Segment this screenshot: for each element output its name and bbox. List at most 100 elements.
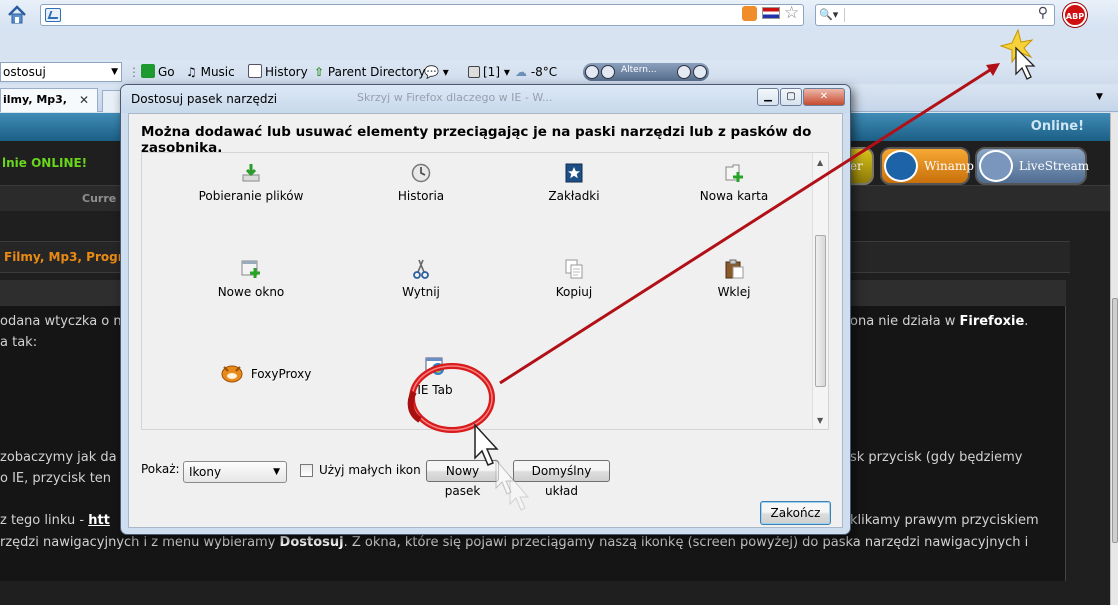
maximize-button[interactable]: ▢ <box>780 88 802 106</box>
banner-livestream-label: LiveStream <box>1019 159 1090 173</box>
palette-item-cut[interactable]: Wytnij <box>361 259 481 299</box>
banner-livestream[interactable]: LiveStream <box>975 147 1090 185</box>
go-button[interactable]: Go <box>141 64 175 80</box>
menu-item-current[interactable]: Curre <box>82 192 116 205</box>
history-button[interactable]: History <box>248 64 308 80</box>
play-button[interactable] <box>601 65 615 79</box>
music-label: Music <box>200 65 235 79</box>
post-line-3-right-text: sk przycisk (gdy będziemy <box>850 450 1023 465</box>
palette-scrollbar[interactable]: ▲ ▼ <box>812 153 828 429</box>
palette-item-foxyproxy-label: FoxyProxy <box>250 367 312 381</box>
scroll-up-icon[interactable]: ▲ <box>817 158 823 167</box>
palette-item-bookmarks[interactable]: Zakładki <box>514 163 634 203</box>
small-icons-label[interactable]: Użyj małych ikon <box>319 463 421 477</box>
download-icon <box>241 163 261 183</box>
scissors-icon <box>411 259 431 279</box>
search-input[interactable]: 🔍▾ ⚲ <box>815 4 1055 26</box>
media-player-controls: Altern... <box>583 63 709 81</box>
dialog-title: Dostosuj pasek narzędzi <box>131 92 278 106</box>
new-tab-icon <box>724 163 744 183</box>
mail-icon <box>468 66 480 78</box>
post-line-5: z tego linku - htt <box>0 513 110 528</box>
music-button[interactable]: ♫ Music <box>186 64 235 80</box>
palette-item-foxyproxy[interactable]: FoxyProxy <box>221 363 341 383</box>
palette-item-new-window-label: Nowe okno <box>217 285 285 299</box>
chat-bubble-icon: 💬 <box>424 65 439 79</box>
post-line-3-left: zobaczymy jak da <box>0 450 117 465</box>
minimize-button[interactable]: ▁ <box>757 88 779 106</box>
weather-widget[interactable]: ☁ -8°C <box>515 64 557 80</box>
parent-directory-button[interactable]: ⇧ Parent Directory <box>314 64 425 80</box>
palette-item-paste[interactable]: Wklej <box>674 259 794 299</box>
ie-tab-icon: e <box>425 357 445 377</box>
url-bar[interactable] <box>40 4 804 26</box>
rss-feed-icon[interactable] <box>742 6 757 21</box>
counter-button[interactable]: [1] ▾ <box>468 64 510 80</box>
toolbar-grip[interactable]: ⋮ <box>128 64 140 80</box>
search-engine-selector[interactable]: 🔍▾ <box>819 8 845 22</box>
media-menu-button[interactable] <box>693 65 707 79</box>
ghost-window-title: Skrzyj w Firefox dlaczego w IE - W... <box>357 91 553 104</box>
toolbar-dropdown-value: ostosuj <box>3 65 46 79</box>
volume-button[interactable] <box>677 65 691 79</box>
close-icon[interactable]: ✕ <box>79 94 89 106</box>
post-line-1-left: odana wtyczka o n <box>0 314 122 329</box>
small-icons-checkbox[interactable] <box>300 464 313 477</box>
chat-menu-button[interactable]: 💬 ▾ <box>424 64 449 80</box>
finish-button[interactable]: Zakończ <box>760 501 831 525</box>
post-line-4: o IE, przycisk ten <box>0 471 111 486</box>
bookmark-star-icon[interactable]: ☆ <box>784 3 799 23</box>
foxyproxy-icon <box>221 363 243 383</box>
tab-active[interactable]: ilmy, Mp3, Pro... ✕ <box>0 88 98 128</box>
media-title: Altern... <box>621 65 657 75</box>
post-line-2-text: a tak: <box>0 335 38 350</box>
tab-list-chevron-icon[interactable]: ▼ <box>1096 92 1103 102</box>
post-line-4-text: o IE, przycisk ten <box>0 471 112 486</box>
palette-item-cut-label: Wytnij <box>402 285 440 299</box>
palette-item-paste-label: Wklej <box>717 285 751 299</box>
palette-item-ie-tab-label: IE Tab <box>417 383 453 397</box>
dialog-body: Można dodawać lub usuwać elementy przeci… <box>128 113 843 528</box>
restore-default-button[interactable]: Domyślny układ <box>513 460 610 498</box>
home-button[interactable] <box>6 4 28 26</box>
palette-item-new-tab[interactable]: Nowa karta <box>674 163 794 203</box>
clock-icon <box>411 163 431 183</box>
adblock-plus-icon[interactable]: ABP <box>1063 3 1087 27</box>
post-line-5-left: z tego linku - <box>0 513 89 528</box>
online-users-text: lnie ONLINE! <box>2 156 88 170</box>
copy-icon <box>564 259 584 279</box>
search-icon[interactable]: ⚲ <box>1038 5 1048 21</box>
history-icon <box>248 64 262 78</box>
banner-winamp[interactable]: Winamp <box>880 147 974 185</box>
show-mode-select[interactable]: Ikony ▼ <box>183 461 287 483</box>
stop-button[interactable] <box>585 65 599 79</box>
palette-item-new-window[interactable]: Nowe okno <box>191 259 311 299</box>
parent-directory-label: Parent Directory <box>327 65 426 79</box>
toolbar-dropdown[interactable]: ostosuj ▼ <box>0 62 122 82</box>
scroll-down-icon[interactable]: ▼ <box>817 416 823 425</box>
dialog-titlebar[interactable]: Dostosuj pasek narzędzi Skrzyj w Firefox… <box>121 85 850 113</box>
palette-item-downloads[interactable]: Pobieranie plików <box>191 163 311 203</box>
banner-winamp-label: Winamp <box>924 159 974 173</box>
palette-item-history[interactable]: Historia <box>361 163 481 203</box>
page-scrollbar-thumb[interactable] <box>1112 298 1118 543</box>
cloud-icon: ☁ <box>515 65 527 79</box>
target-sparkle-icon <box>999 28 1034 64</box>
post-line-1-bold: Firefoxie <box>959 314 1025 329</box>
online-status: Online! <box>1030 119 1084 134</box>
counter-label: [1] <box>483 65 500 79</box>
close-button[interactable]: ✕ <box>803 88 845 106</box>
palette-scrollbar-thumb[interactable] <box>815 235 826 387</box>
chevron-down-icon: ▼ <box>111 67 118 77</box>
bookmark-star-icon <box>564 163 584 183</box>
new-toolbar-button[interactable]: Nowy pasek <box>426 460 499 498</box>
page-scrollbar[interactable] <box>1110 113 1118 605</box>
breadcrumb-label[interactable]: Filmy, Mp3, Progr <box>4 250 124 264</box>
post-link[interactable]: htt <box>88 513 110 528</box>
palette-item-copy[interactable]: Kopiuj <box>514 259 634 299</box>
custom-toolbar: ostosuj ▼ ⋮ Go ♫ Music History ⇧ Parent … <box>0 60 1118 84</box>
music-note-icon: ♫ <box>186 65 197 79</box>
show-label: Pokaż: <box>141 462 180 476</box>
palette-item-ie-tab[interactable]: e IE Tab <box>400 357 470 397</box>
language-flag-icon[interactable] <box>762 7 780 19</box>
